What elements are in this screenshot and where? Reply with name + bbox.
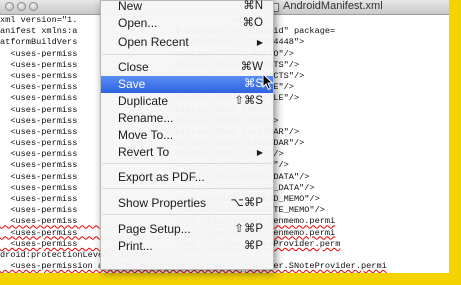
menu-item-shortcut: ⌥⌘P xyxy=(230,197,263,209)
submenu-arrow-icon: ▶ xyxy=(256,148,263,157)
menu-item-save[interactable]: Save ⌘S xyxy=(101,76,273,93)
menu-item-label: Print... xyxy=(118,239,153,253)
menu-item-rename[interactable]: Rename... xyxy=(101,110,273,127)
menu-item-open[interactable]: Open... ⌘O xyxy=(101,15,273,32)
menu-item-label: Show Properties xyxy=(118,196,207,210)
zoom-window-button[interactable] xyxy=(29,2,38,11)
close-window-button[interactable] xyxy=(5,2,14,11)
mouse-pointer-icon xyxy=(262,73,274,91)
menu-item-shortcut: ⇧⌘S xyxy=(234,95,263,107)
menu-item-show-properties[interactable]: Show Properties ⌥⌘P xyxy=(101,195,273,212)
menu-item-label: New xyxy=(118,0,143,13)
menu-item-label: Page Setup... xyxy=(118,222,191,236)
menu-item-print[interactable]: Print... ⌘P xyxy=(101,238,273,255)
menu-item-move-to[interactable]: Move To... xyxy=(101,127,273,144)
window-title: AndroidManifest.xml xyxy=(283,0,383,12)
menu-item-label: Save xyxy=(118,77,146,91)
minimize-window-button[interactable] xyxy=(17,2,26,11)
menu-separator xyxy=(102,188,272,189)
menu-separator xyxy=(102,54,272,55)
menu-item-export-pdf[interactable]: Export as PDF... xyxy=(101,169,273,186)
menu-item-label: Open Recent xyxy=(118,35,189,49)
menu-item-close[interactable]: Close ⌘W xyxy=(101,59,273,76)
file-menu: New ⌘N Open... ⌘O Open Recent ▶ Close ⌘W Save ⌘S D… xyxy=(100,0,274,270)
menu-item-shortcut: ⌘O xyxy=(242,17,263,29)
menu-item-shortcut: ⌘N xyxy=(243,0,263,12)
menu-separator xyxy=(102,214,272,215)
menu-item-shortcut: ⌘W xyxy=(240,61,263,73)
submenu-arrow-icon: ▶ xyxy=(256,38,263,47)
menu-item-open-recent[interactable]: Open Recent ▶ xyxy=(101,34,273,51)
menu-item-label: Export as PDF... xyxy=(118,170,205,184)
menu-item-shortcut: ⌘P xyxy=(243,240,263,252)
menu-item-label: Move To... xyxy=(118,128,174,142)
menu-item-page-setup[interactable]: Page Setup... ⇧⌘P xyxy=(101,221,273,238)
menu-item-label: Duplicate xyxy=(118,94,169,108)
menu-item-new[interactable]: New ⌘N xyxy=(101,0,273,15)
menu-item-shortcut: ⌘S xyxy=(243,78,263,90)
menu-separator xyxy=(102,163,272,164)
menu-item-label: Revert To xyxy=(118,145,170,159)
menu-item-shortcut: ⇧⌘P xyxy=(234,223,263,235)
menu-item-label: Open... xyxy=(118,16,158,30)
code-line: droid:protectionLevel="dangerous"/> xyxy=(0,272,449,273)
menu-item-duplicate[interactable]: Duplicate ⇧⌘S xyxy=(101,93,273,110)
menu-item-revert-to[interactable]: Revert To ▶ xyxy=(101,144,273,161)
menu-item-label: Close xyxy=(118,60,149,74)
menu-item-label: Rename... xyxy=(118,111,174,125)
